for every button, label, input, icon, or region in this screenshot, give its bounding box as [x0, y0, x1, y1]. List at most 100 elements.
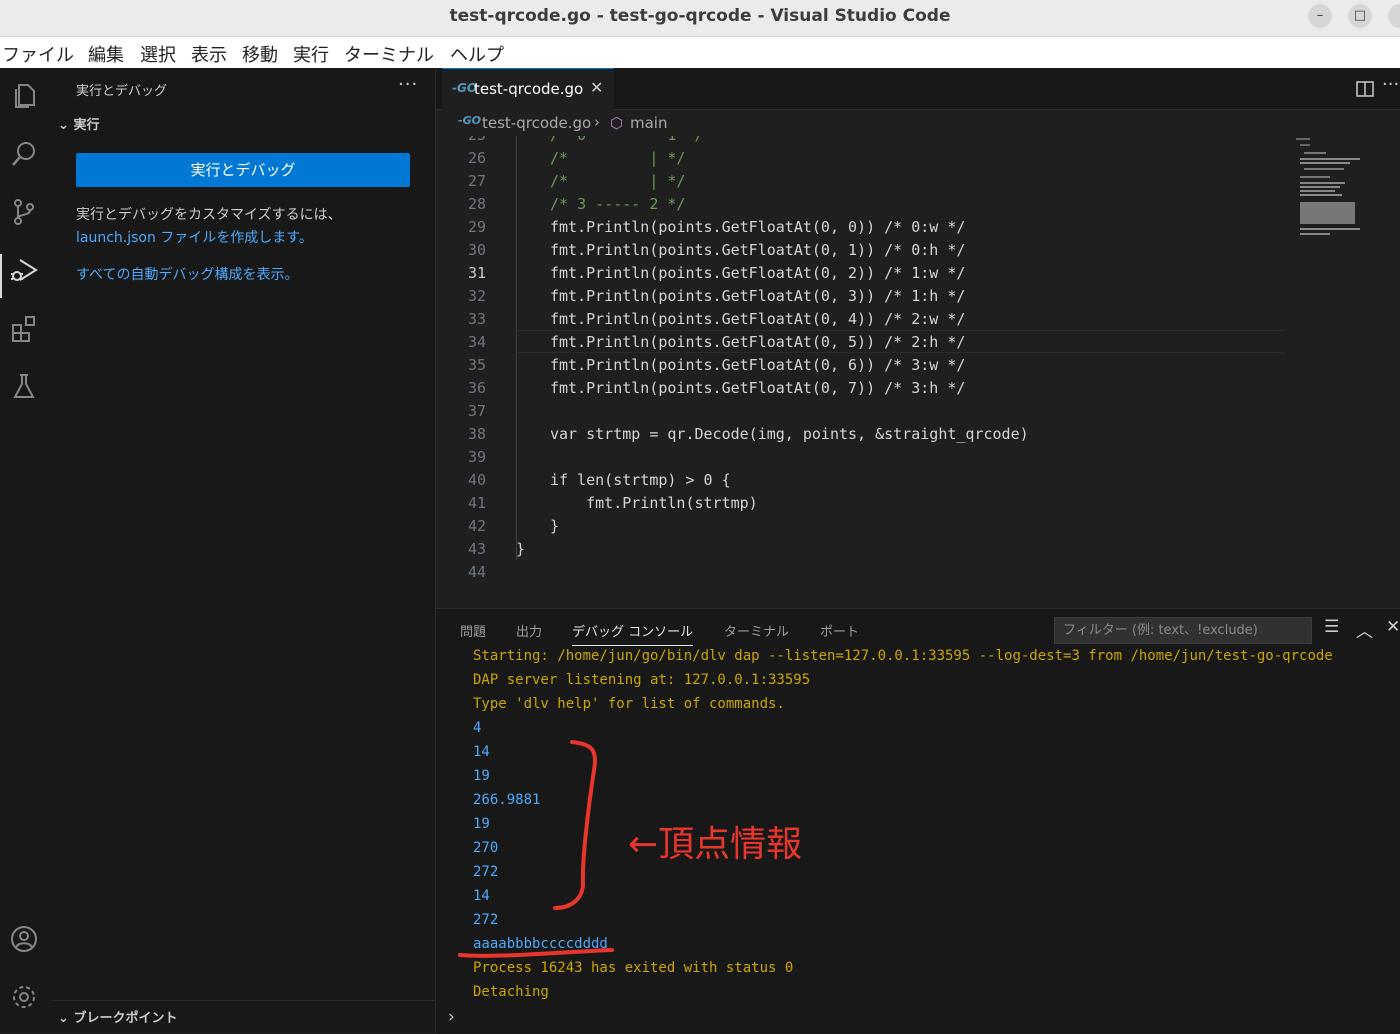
testing-icon[interactable]	[8, 370, 40, 402]
menu-selection[interactable]: 選択	[140, 41, 176, 67]
tab-ports[interactable]: ポート	[820, 621, 859, 640]
console-filter-input[interactable]: フィルター (例: text、!exclude)	[1054, 617, 1312, 644]
account-icon[interactable]	[8, 923, 40, 955]
console-line: 270	[473, 840, 499, 856]
tab-label: test-qrcode.go	[474, 80, 584, 98]
menu-help[interactable]: ヘルプ	[450, 41, 504, 67]
minimap[interactable]	[1294, 136, 1384, 246]
chevron-down-icon: ⌄	[58, 118, 69, 133]
settings-gear-icon[interactable]	[8, 981, 40, 1013]
debug-console-output[interactable]: Starting: /home/jun/go/bin/dlv dap --lis…	[436, 647, 1400, 1007]
console-line: 272	[473, 912, 499, 928]
bottom-panel: 問題 出力 デバッグ コンソール ターミナル ポート フィルター (例: tex…	[436, 608, 1400, 1034]
run-and-debug-button[interactable]: 実行とデバッグ	[76, 153, 410, 187]
breakpoints-label: ブレークポイント	[73, 1011, 178, 1026]
show-all-debug-configs-link[interactable]: すべての自動デバッグ構成を表示。	[76, 264, 298, 284]
run-debug-icon[interactable]	[8, 254, 40, 286]
line-number: 43	[467, 540, 486, 558]
console-line: 266.9881	[473, 792, 541, 808]
console-line: aaaabbbbccccdddd	[473, 936, 608, 952]
tab-debug-console[interactable]: デバッグ コンソール	[572, 621, 694, 646]
editor-more-button[interactable]: ···	[1382, 74, 1399, 95]
symbol-method-icon: ⬡	[610, 114, 624, 132]
code-line: 33 fmt.Println(points.GetFloatAt(0, 4)) /…	[436, 308, 1286, 331]
console-line: 19	[473, 816, 490, 832]
code-text: if len(strtmp) > 0 {	[550, 471, 731, 489]
close-icon[interactable]: ✕	[590, 78, 603, 97]
code-text: fmt.Println(points.GetFloatAt(0, 2)) /* …	[550, 264, 966, 282]
menu-go[interactable]: 移動	[242, 41, 278, 67]
clear-console-icon[interactable]: ☰	[1324, 617, 1339, 637]
minimize-button[interactable]: –	[1308, 4, 1332, 28]
code-text: fmt.Println(points.GetFloatAt(0, 1)) /* …	[550, 241, 966, 259]
search-icon[interactable]	[8, 138, 40, 170]
code-text: fmt.Println(points.GetFloatAt(0, 7)) /* …	[550, 379, 966, 397]
breadcrumb-symbol[interactable]: main	[630, 114, 667, 132]
window-title: test-qrcode.go - test-go-qrcode - Visual…	[449, 6, 951, 26]
menu-file[interactable]: ファイル	[2, 41, 74, 67]
console-line: 19	[473, 768, 490, 784]
breadcrumb-file[interactable]: test-qrcode.go	[482, 114, 591, 132]
code-text: fmt.Println(points.GetFloatAt(0, 6)) /* …	[550, 356, 966, 374]
console-line: 14	[473, 888, 490, 904]
console-line: 14	[473, 744, 490, 760]
code-line: 38 var strtmp = qr.Decode(img, points, &s…	[436, 423, 1286, 446]
tab-terminal[interactable]: ターミナル	[724, 621, 789, 640]
breadcrumb: -GO test-qrcode.go › ⬡ main	[436, 110, 1400, 136]
run-debug-sidebar: 実行とデバッグ ··· ⌄ 実行 実行とデバッグ 実行とデバッグをカスタマイズす…	[52, 68, 436, 1033]
console-prompt[interactable]: ›	[448, 1007, 455, 1027]
tab-test-qrcode[interactable]: -GO test-qrcode.go ✕	[442, 68, 614, 110]
menu-view[interactable]: 表示	[191, 41, 227, 67]
line-number: 35	[467, 356, 486, 374]
menu-edit[interactable]: 編集	[88, 41, 124, 67]
code-text: fmt.Println(points.GetFloatAt(0, 5)) /* …	[550, 333, 966, 351]
console-line: 4	[473, 720, 482, 736]
create-launch-json-link[interactable]: launch.json ファイルを作成します。	[76, 227, 313, 247]
line-number: 25	[436, 136, 486, 147]
explorer-icon[interactable]	[8, 80, 40, 112]
code-line: 30 fmt.Println(points.GetFloatAt(0, 1)) /…	[436, 239, 1286, 262]
menu-terminal[interactable]: ターミナル	[344, 41, 434, 67]
run-section-header[interactable]: ⌄ 実行	[58, 114, 99, 133]
chevron-up-icon[interactable]: ︿	[1356, 617, 1373, 642]
code-line: 43}	[436, 538, 1286, 561]
line-number: 27	[467, 172, 486, 190]
maximize-button[interactable]: □	[1348, 4, 1372, 28]
console-line: Process 16243 has exited with status 0	[473, 960, 794, 976]
code-line: 42}	[436, 515, 1286, 538]
menu-run[interactable]: 実行	[293, 41, 329, 67]
code-line: 35 fmt.Println(points.GetFloatAt(0, 6)) /…	[436, 354, 1286, 377]
title-bar: test-qrcode.go - test-go-qrcode - Visual…	[0, 0, 1400, 37]
code-text: /* 3 ----- 2 */	[550, 195, 686, 213]
console-line: 272	[473, 864, 499, 880]
code-line: 32 fmt.Println(points.GetFloatAt(0, 3)) /…	[436, 285, 1286, 308]
source-control-icon[interactable]	[8, 196, 40, 228]
line-number: 38	[467, 425, 486, 443]
code-line: 39	[436, 446, 1286, 469]
go-file-icon: -GO	[458, 114, 481, 127]
code-text: }	[550, 517, 560, 535]
line-number: 37	[467, 402, 486, 420]
line-number: 31	[467, 264, 486, 282]
line-number: 33	[467, 310, 486, 328]
code-line: 26 /* | */	[436, 147, 1286, 170]
code-line: 27 /* | */	[436, 170, 1286, 193]
code-text: /* | */	[550, 172, 686, 190]
customize-text: 実行とデバッグをカスタマイズするには、	[76, 207, 342, 223]
code-line: 37	[436, 400, 1286, 423]
tab-output[interactable]: 出力	[516, 621, 542, 640]
close-icon[interactable]: ✕	[1386, 617, 1400, 637]
split-editor-icon[interactable]	[1356, 80, 1374, 98]
breakpoints-section[interactable]: ⌄ ブレークポイント	[52, 1000, 435, 1034]
code-line: 25 /* 0 1 */	[436, 136, 1286, 147]
active-indicator	[0, 254, 2, 298]
code-text: /* | */	[550, 149, 686, 167]
code-view[interactable]: 25 /* 0 1 */ 26 /* | */ 27 /* | */ 28 /* 3 ----…	[436, 136, 1286, 608]
sidebar-more-button[interactable]: ···	[398, 74, 418, 95]
console-line: Type 'dlv help' for list of commands.	[473, 696, 785, 712]
tab-problems[interactable]: 問題	[460, 621, 486, 640]
breadcrumb-separator: ›	[594, 113, 600, 131]
extensions-icon[interactable]	[8, 312, 40, 344]
line-number: 42	[467, 517, 486, 535]
code-text: /* 0 1 */	[550, 136, 704, 147]
